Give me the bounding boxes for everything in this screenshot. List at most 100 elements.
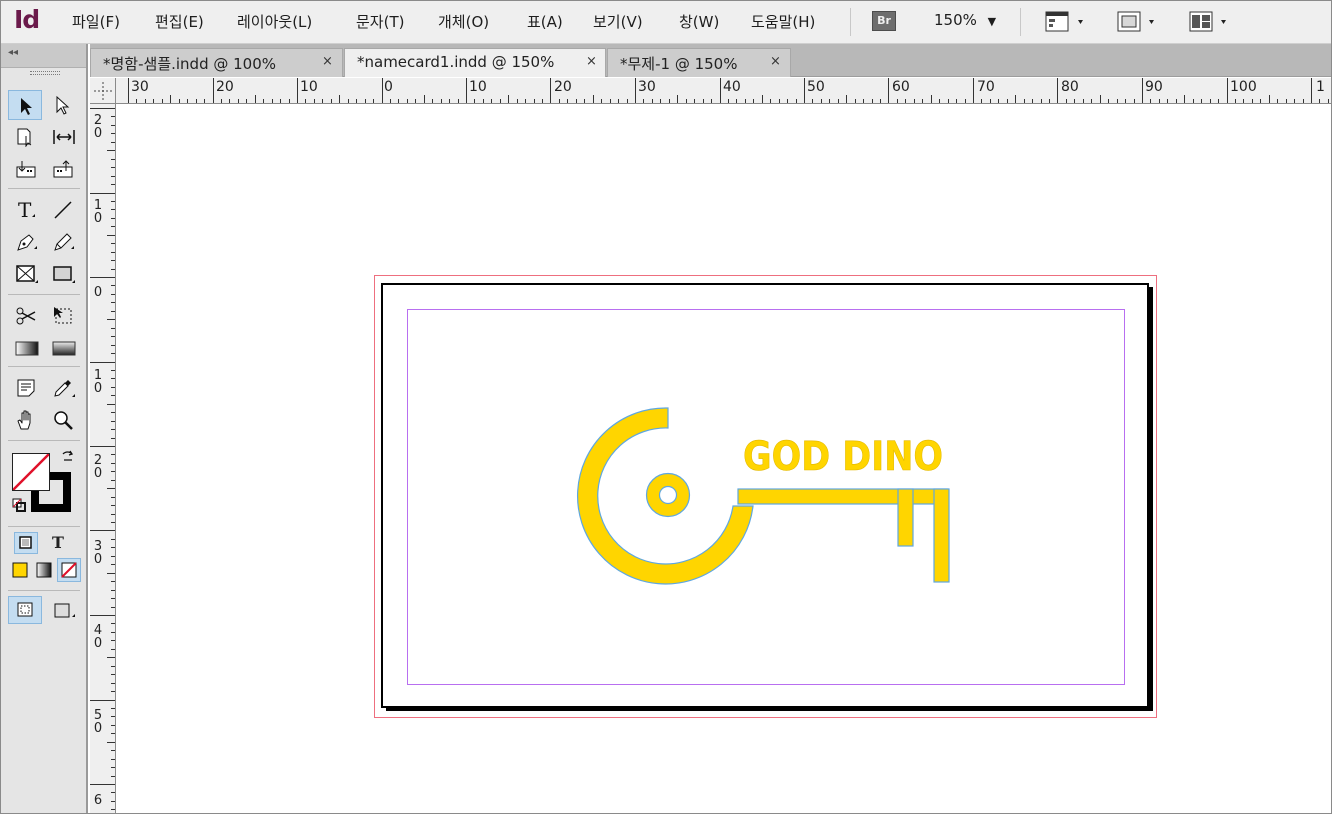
rectangle-frame-tool[interactable] — [8, 258, 42, 288]
tab-label: *namecard1.indd @ 150% — [357, 53, 555, 71]
formatting-affects-container-icon — [19, 536, 32, 549]
direct-selection-tool[interactable] — [45, 90, 79, 120]
close-icon[interactable]: × — [770, 54, 781, 69]
arrange-documents-icon[interactable] — [1187, 9, 1233, 39]
zoom-level-value: 150% — [934, 11, 977, 29]
tools-separator — [8, 294, 80, 295]
ruler-label: 30 — [638, 79, 656, 95]
menu-object[interactable]: 개체(O) — [438, 11, 489, 32]
tools-panel-header[interactable]: ◂◂ — [0, 44, 86, 68]
zoom-tool[interactable] — [45, 404, 79, 434]
eyedropper-tool[interactable] — [45, 372, 79, 402]
close-icon[interactable]: × — [322, 54, 333, 69]
note-tool[interactable] — [8, 372, 42, 402]
direct-selection-tool-icon — [56, 95, 70, 115]
selection-tool-icon — [21, 98, 32, 115]
logo-key-tooth — [933, 488, 950, 583]
tools-panel: ◂◂ T T — [0, 44, 88, 814]
free-transform-tool[interactable] — [45, 300, 79, 330]
menu-separator — [1020, 8, 1021, 36]
ruler-label: 0 — [93, 285, 103, 300]
ruler-label: 100 — [1230, 79, 1257, 95]
eyedropper-tool-icon — [54, 380, 75, 397]
ruler-origin[interactable] — [90, 78, 116, 104]
pen-tool[interactable] — [8, 226, 42, 256]
menu-window[interactable]: 창(W) — [679, 11, 719, 32]
menu-view[interactable]: 보기(V) — [593, 11, 643, 32]
menu-layout[interactable]: 레이아웃(L) — [237, 11, 312, 32]
vertical-ruler[interactable]: 20 10 0 10 20 30 40 50 6 — [90, 104, 116, 814]
menu-file[interactable]: 파일(F) — [72, 11, 120, 32]
pen-tool-icon — [17, 234, 37, 251]
tab-document-namecard1[interactable]: *namecard1.indd @ 150% × — [344, 48, 606, 77]
screen-mode-icon[interactable] — [50, 600, 80, 624]
tab-label: *무제-1 @ 150% — [620, 55, 738, 73]
logo-key-shaft — [737, 488, 949, 505]
apply-none-icon — [61, 562, 77, 578]
free-transform-tool-icon — [54, 307, 72, 324]
apply-gradient-icon[interactable] — [34, 560, 54, 580]
page-tool[interactable] — [8, 122, 42, 152]
menu-bar: Id 파일(F) 편집(E) 레이아웃(L) 문자(T) 개체(O) 표(A) … — [0, 0, 1332, 44]
zoom-level-select[interactable]: 150% ▼ — [934, 11, 996, 29]
screen-mode-icon[interactable] — [1115, 9, 1161, 39]
logo-ring — [577, 407, 754, 585]
ruler-label: 30 — [131, 79, 149, 95]
ruler-label: 20 — [216, 79, 234, 95]
rectangle-tool-icon — [53, 266, 75, 283]
bridge-button[interactable]: Br — [872, 11, 896, 31]
fill-swatch[interactable] — [12, 453, 50, 491]
ruler-label: 1 — [1316, 79, 1325, 95]
logo-center-ring — [646, 473, 690, 517]
apply-none-button[interactable] — [57, 558, 81, 582]
close-icon[interactable]: × — [586, 54, 597, 69]
tools-separator — [8, 188, 80, 189]
ruler-label: 10 — [469, 79, 487, 95]
pencil-tool-icon — [54, 233, 74, 251]
line-tool[interactable] — [45, 194, 79, 224]
ruler-label: 50 — [807, 79, 825, 95]
content-placer-tool[interactable] — [45, 154, 79, 184]
content-collector-tool[interactable] — [8, 154, 42, 184]
ruler-label: 40 — [723, 79, 741, 95]
menu-type[interactable]: 문자(T) — [356, 11, 404, 32]
gradient-swatch-tool-icon — [15, 341, 39, 356]
ruler-label: 10 — [93, 368, 103, 396]
apply-color-icon[interactable] — [10, 560, 30, 580]
logo-key-tooth — [897, 488, 914, 547]
menu-help[interactable]: 도움말(H) — [751, 11, 815, 32]
selection-tool[interactable] — [8, 90, 42, 120]
ruler-label: 90 — [1145, 79, 1163, 95]
normal-view-button[interactable] — [8, 596, 42, 624]
none-color-icon — [13, 454, 49, 490]
ruler-label: 10 — [300, 79, 318, 95]
menu-table[interactable]: 표(A) — [527, 11, 563, 32]
hand-tool[interactable] — [8, 404, 42, 434]
normal-view-icon — [17, 602, 33, 617]
ruler-label: 50 — [93, 708, 103, 736]
tab-document-sample[interactable]: *명함-샘플.indd @ 100% × — [90, 48, 343, 77]
menu-edit[interactable]: 편집(E) — [155, 11, 204, 32]
tools-separator — [8, 366, 80, 367]
hand-tool-icon — [17, 410, 31, 430]
formatting-affects-container-button[interactable] — [14, 532, 38, 554]
scissors-tool[interactable] — [8, 300, 42, 330]
type-tool[interactable]: T — [8, 194, 42, 224]
panel-grip[interactable] — [30, 71, 60, 75]
gradient-swatch-tool[interactable] — [8, 332, 42, 362]
formatting-affects-text-icon[interactable]: T — [46, 532, 70, 554]
default-fill-stroke-icon[interactable] — [12, 498, 26, 512]
rectangle-tool[interactable] — [45, 258, 79, 288]
app-logo: Id — [14, 5, 40, 34]
pencil-tool[interactable] — [45, 226, 79, 256]
ruler-origin-icon — [94, 82, 112, 100]
horizontal-ruler[interactable]: 30 20 10 0 10 20 30 40 50 60 70 80 90 10… — [116, 78, 1332, 104]
rectangle-frame-tool-icon — [16, 265, 38, 283]
gradient-feather-tool[interactable] — [45, 332, 79, 362]
swap-fill-stroke-icon[interactable] — [60, 449, 76, 465]
tab-document-untitled[interactable]: *무제-1 @ 150% × — [607, 48, 791, 77]
collapse-panel-icon[interactable]: ◂◂ — [8, 47, 18, 58]
key-logo[interactable]: GOD DINO — [560, 400, 980, 600]
gap-tool[interactable] — [45, 122, 79, 152]
view-options-icon[interactable] — [1044, 9, 1090, 39]
